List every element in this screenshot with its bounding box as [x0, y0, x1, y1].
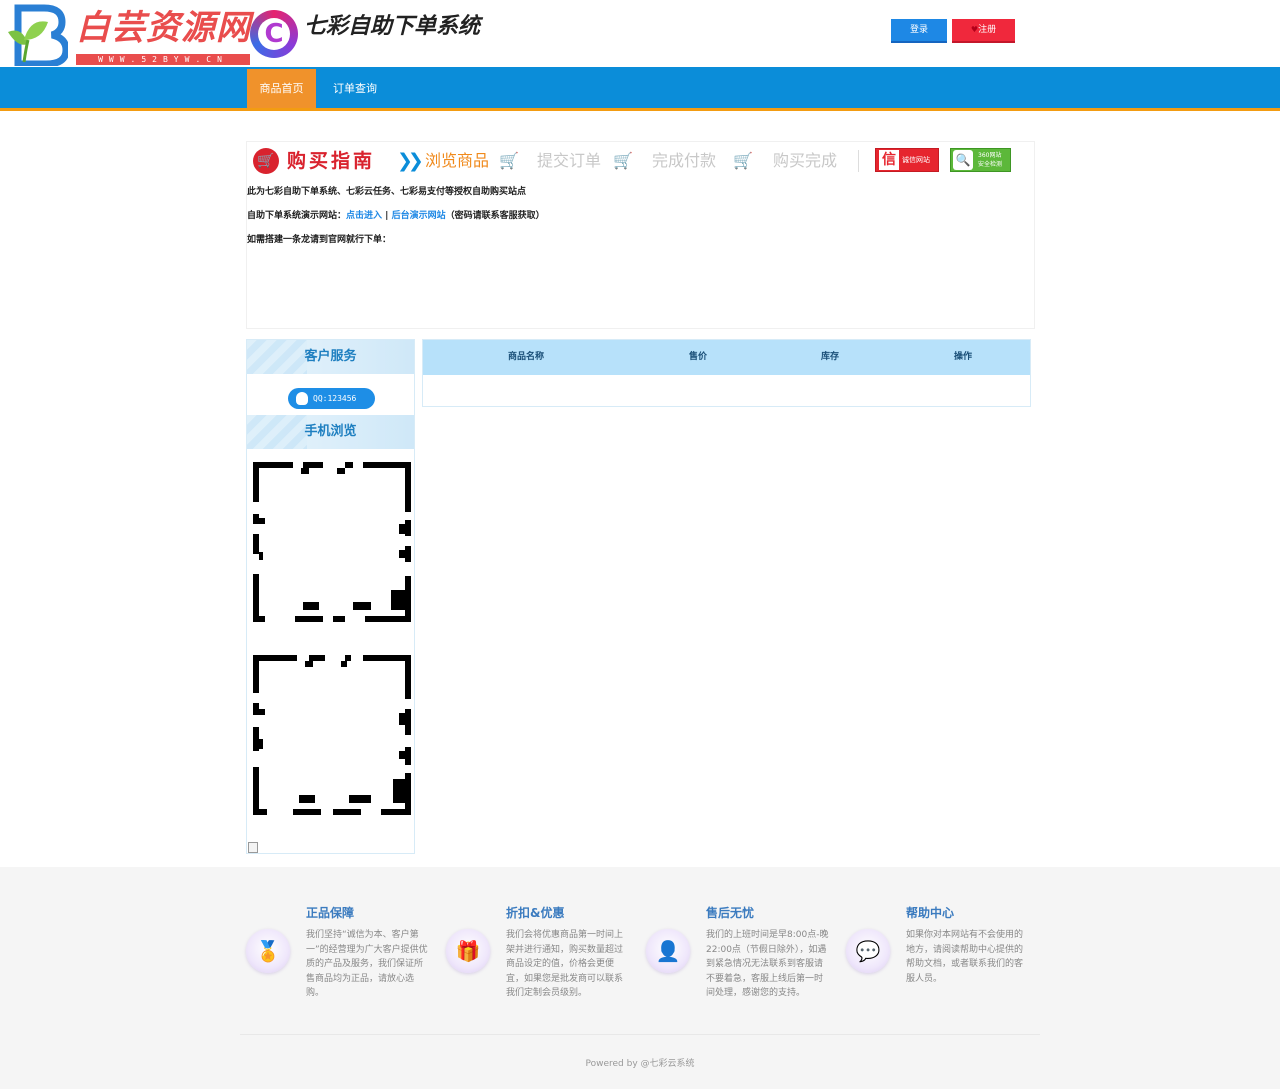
qr-frame	[253, 655, 411, 815]
trusted-site-badge[interactable]: 信 诚信网站	[875, 148, 939, 172]
guide-line-2-suffix: （密码请联系客服获取）	[445, 211, 545, 221]
broken-image-icon	[248, 842, 258, 853]
col-price: 售价	[689, 352, 708, 362]
system-logo-letter: C	[264, 19, 284, 49]
col-action: 操作	[954, 352, 973, 362]
main-nav: 商品首页 订单查询	[0, 67, 1280, 111]
step-submit-order: 提交订单	[537, 151, 602, 170]
guide-line-1: 此为七彩自助下单系统、七彩云任务、七彩易支付等授权自助购买站点	[247, 187, 527, 197]
guide-title: 购买指南	[287, 150, 376, 172]
magnifier-icon: 🔍	[953, 150, 973, 170]
demo-site-link[interactable]: 点击进入	[346, 211, 382, 221]
double-chevron-icon: ❯❯	[397, 150, 424, 172]
col-product-name: 商品名称	[508, 352, 545, 362]
link-separator: |	[382, 211, 392, 221]
col-stock: 库存	[821, 352, 840, 362]
brand-name: 白芸资源网	[76, 8, 251, 48]
brand-logo-icon	[8, 4, 68, 66]
purchase-guide: 🛒 购买指南 ❯❯ 浏览商品 🛒 提交订单 🛒 完成付款 🛒 购买完成 信 诚信…	[246, 141, 1035, 329]
qq-contact-button[interactable]: QQ:123456	[288, 388, 375, 409]
service-header: 客户服务	[247, 340, 414, 374]
qr-code	[253, 462, 411, 622]
powered-by: Powered by @七彩云系统	[585, 1059, 695, 1069]
login-button[interactable]: 登录	[891, 19, 947, 43]
mobile-title: 手机浏览	[304, 424, 357, 439]
qr-frame	[253, 462, 411, 622]
cart-icon: 🛒	[499, 151, 519, 170]
guide-steps-bar: 🛒 购买指南 ❯❯ 浏览商品 🛒 提交订单 🛒 完成付款 🛒 购买完成 信 诚信…	[247, 142, 1036, 180]
security-check-badge[interactable]: 🔍 360网站安全检测	[950, 148, 1011, 172]
guide-line-2-prefix: 自助下单系统演示网站：	[247, 211, 347, 221]
sidebar: 客户服务 QQ:123456 手机浏览	[246, 339, 415, 854]
feature-title: 正品保障	[306, 906, 355, 920]
feature-desc: 如果你对本网站有不会使用的地方，请阅读帮助中心提供的帮助文档，或者联系我们的客服…	[906, 930, 1024, 984]
footer-divider	[240, 1034, 1040, 1035]
gift-icon: 🎁	[446, 929, 490, 973]
feature-desc: 我们会将优惠商品第一时间上架并进行通知，购买数量超过商品设定的值，价格会更便宜，…	[506, 930, 624, 999]
qq-icon	[296, 392, 308, 405]
service-title: 客户服务	[304, 349, 357, 364]
cart-icon: 🛒	[733, 151, 753, 170]
register-button[interactable]: ♥注册	[952, 19, 1015, 43]
heart-icon: ♥	[970, 25, 979, 34]
security-badge-line1: 360网站	[978, 152, 1002, 159]
guide-line-2: 自助下单系统演示网站：点击进入 | 后台演示网站（密码请联系客服获取）	[247, 210, 545, 222]
admin-demo-link[interactable]: 后台演示网站	[392, 211, 446, 221]
step-complete: 购买完成	[773, 151, 838, 170]
security-badge-line2: 安全检测	[978, 161, 1003, 168]
table-header: 商品名称 售价 库存 操作	[423, 340, 1030, 375]
security-badge-text: 360网站安全检测	[978, 151, 1002, 169]
cart-icon: 🛒	[253, 148, 279, 174]
trusted-badge-text: 诚信网站	[902, 156, 930, 164]
qq-label: QQ:123456	[313, 394, 357, 403]
guide-line-3: 如需搭建一条龙请到官网就行下单：	[247, 235, 392, 245]
site-footer: 🏅 正品保障 我们坚持“诚信为本、客户第一”的经营理为广大客户提供优质的产品及服…	[0, 867, 1280, 1089]
nav-item-home[interactable]: 商品首页	[247, 69, 316, 108]
cart-icon: 🛒	[613, 151, 633, 170]
step-payment: 完成付款	[652, 151, 717, 170]
brand-url: WWW.52BYW.CN	[76, 54, 250, 65]
divider	[858, 150, 859, 172]
mobile-header: 手机浏览	[247, 415, 414, 449]
chat-icon: 💬	[846, 929, 890, 973]
nav-item-order-query[interactable]: 订单查询	[320, 69, 390, 108]
feature-title: 帮助中心	[906, 906, 955, 920]
feature-title: 售后无忧	[706, 906, 755, 920]
support-user-icon: 👤	[646, 929, 690, 973]
qr-code	[253, 655, 411, 815]
feature-desc: 我们的上班时间是早8:00点-晚22:00点（节假日除外），如遇到紧急情况无法联…	[706, 930, 829, 999]
feature-desc: 我们坚持“诚信为本、客户第一”的经营理为广大客户提供优质的产品及服务，我们保证所…	[306, 930, 428, 999]
feature-title: 折扣&优惠	[506, 906, 565, 920]
certified-icon: 🏅	[246, 929, 290, 973]
system-title: 七彩自助下单系统	[304, 14, 481, 39]
site-header: 白芸资源网 WWW.52BYW.CN C 七彩自助下单系统 登录 ♥注册	[0, 0, 1280, 67]
product-table: 商品名称 售价 库存 操作	[422, 339, 1031, 407]
trusted-badge-glyph: 信	[879, 150, 899, 170]
register-label: 注册	[978, 25, 997, 35]
step-browse: 浏览商品	[425, 151, 490, 170]
